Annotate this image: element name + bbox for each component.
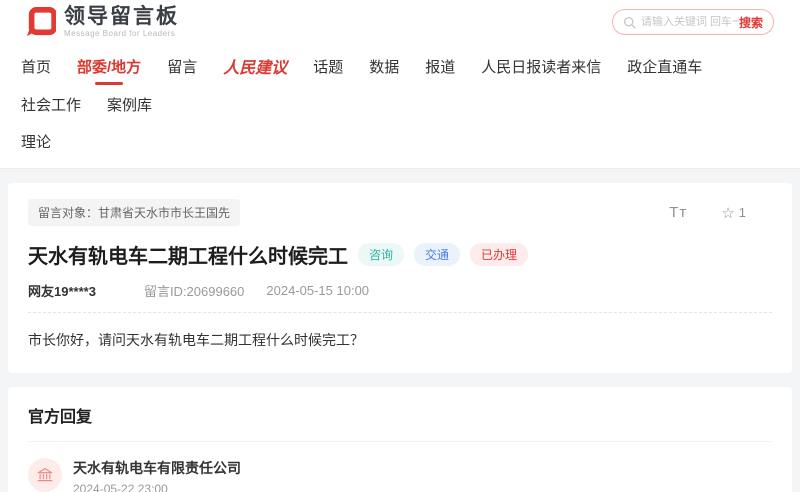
message-target-badge: 留言对象：甘肃省天水市市长王国先 [28,199,240,226]
top-header: 领导留言板 Message Board for Leaders 搜索 [0,0,800,44]
search-icon [623,16,636,29]
logo-title: 领导留言板 [64,6,179,27]
logo-subtitle: Message Board for Leaders [64,29,179,38]
institution-building-icon [36,466,54,484]
nav-item-data[interactable]: 数据 [369,48,399,85]
nav-row-1: 首页 部委/地方 留言 人民建议 话题 数据 报道 人民日报读者来信 政企直通车… [8,46,792,123]
star-icon: ☆ [721,204,734,222]
main-navigation: 首页 部委/地方 留言 人民建议 话题 数据 报道 人民日报读者来信 政企直通车… [0,44,800,169]
message-title-row: 天水有轨电车二期工程什么时候完工 咨询 交通 已办理 [28,240,772,269]
nav-item-reader-letters[interactable]: 人民日报读者来信 [481,48,601,85]
nav-item-reports[interactable]: 报道 [425,48,455,85]
nav-item-peoples-suggestions[interactable]: 人民建议 [223,46,287,86]
reply-divider [28,441,772,442]
message-card: 留言对象：甘肃省天水市市长王国先 Tᴛ ☆ 1 天水有轨电车二期工程什么时候完工… [8,183,792,373]
reply-item: 天水有轨电车有限责任公司 2024-05-22 23:00 网友，您好！您的留言… [28,458,772,492]
nav-item-case-library[interactable]: 案例库 [107,86,152,123]
message-author: 网友19****3 [28,281,96,300]
official-reply-card: 官方回复 天水有轨电车有限责任公司 2024-05-22 23:00 [8,387,792,492]
nav-item-home[interactable]: 首页 [21,48,51,85]
nav-item-gov-enterprise[interactable]: 政企直通车 [627,48,702,85]
star-count: 1 [739,205,746,220]
message-id: 留言ID:20699660 [144,281,244,300]
message-body: 市长你好，请问天水有轨电车二期工程什么时候完工？ [28,329,772,357]
message-title: 天水有轨电车二期工程什么时候完工 [28,240,348,269]
nav-item-messages[interactable]: 留言 [167,48,197,85]
reply-section-title: 官方回复 [28,403,772,427]
reply-date: 2024-05-22 23:00 [73,482,772,492]
page-content: 留言对象：甘肃省天水市市长王国先 Tᴛ ☆ 1 天水有轨电车二期工程什么时候完工… [0,169,800,492]
dashed-divider [28,312,772,313]
reply-main: 天水有轨电车有限责任公司 2024-05-22 23:00 网友，您好！您的留言… [73,458,772,492]
nav-item-topics[interactable]: 话题 [313,48,343,85]
reply-org-name: 天水有轨电车有限责任公司 [73,458,772,478]
font-size-toggle-icon[interactable]: Tᴛ [669,204,687,221]
tag-domain-traffic: 交通 [414,243,460,266]
org-avatar [28,458,62,492]
message-meta-row: 网友19****3 留言ID:20699660 2024-05-15 10:00 [28,281,772,300]
message-card-header: 留言对象：甘肃省天水市市长王国先 Tᴛ ☆ 1 [28,199,772,226]
favorite-control[interactable]: ☆ 1 [721,204,746,222]
nav-item-ministries-regions[interactable]: 部委/地方 [77,48,141,85]
tag-status-handled: 已办理 [470,243,528,266]
search-button[interactable]: 搜索 [739,14,763,31]
tag-category-consult: 咨询 [358,243,404,266]
nav-item-theory[interactable]: 理论 [21,123,51,160]
message-tools: Tᴛ ☆ 1 [669,204,746,222]
site-logo[interactable]: 领导留言板 Message Board for Leaders [26,6,179,38]
search-input[interactable] [641,16,739,28]
logo-speech-bubble-icon [26,7,56,37]
nav-row-2: 理论 [8,123,792,160]
nav-item-social-work[interactable]: 社会工作 [21,86,81,123]
message-date: 2024-05-15 10:00 [266,283,369,298]
search-box[interactable]: 搜索 [612,9,774,35]
logo-text: 领导留言板 Message Board for Leaders [64,6,179,38]
